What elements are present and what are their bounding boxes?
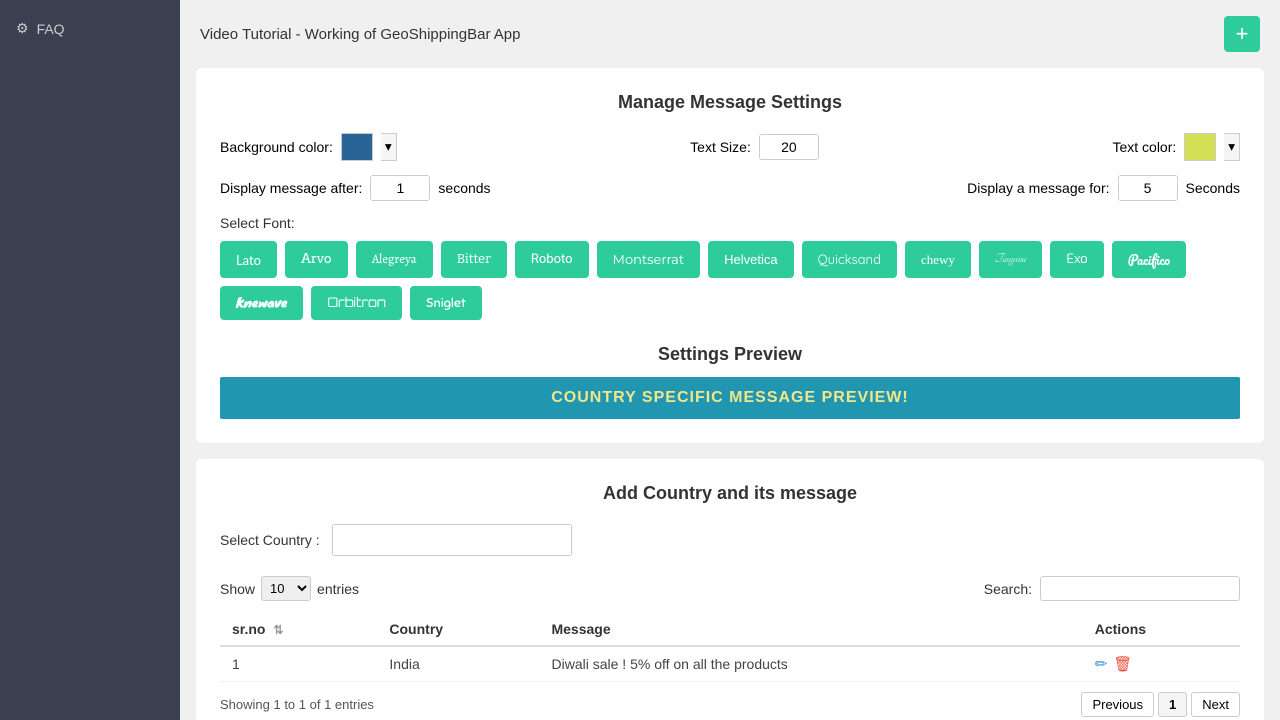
font-btn-quicksand[interactable]: Quicksand [802, 241, 897, 278]
preview-title: Settings Preview [220, 344, 1240, 365]
delete-icon[interactable]: 🗑 [1113, 655, 1132, 673]
previous-button[interactable]: Previous [1081, 692, 1154, 717]
font-btn-roboto[interactable]: Roboto [515, 241, 589, 278]
display-for-label: Display a message for: [967, 180, 1109, 196]
cell-actions: ✏ 🗑 [1083, 646, 1240, 682]
pagination-row: Showing 1 to 1 of 1 entries Previous 1 N… [220, 692, 1240, 717]
search-input[interactable] [1040, 576, 1240, 601]
display-after-unit: seconds [438, 180, 490, 196]
col-message: Message [539, 613, 1082, 646]
entries-select[interactable]: 10 25 50 100 [261, 576, 311, 601]
bg-color-group: Background color: ▾ [220, 133, 397, 161]
font-buttons-container: LatoArvoAlegreyaBitterRobotoMontserratHe… [220, 241, 1240, 320]
display-after-input[interactable]: 1 [370, 175, 430, 201]
country-table: sr.no ⇅ Country Message Actions 1 [220, 613, 1240, 682]
cell-message: Diwali sale ! 5% off on all the products [539, 646, 1082, 682]
font-btn-sniglet[interactable]: Sniglet [410, 286, 482, 320]
message-settings-card: Manage Message Settings Background color… [196, 68, 1264, 443]
display-for-input[interactable]: 5 [1118, 175, 1178, 201]
settings-row-2: Display message after: 1 seconds Display… [220, 175, 1240, 201]
edit-icon[interactable]: ✏ [1095, 655, 1108, 673]
text-color-swatch[interactable] [1184, 133, 1216, 161]
settings-row-1: Background color: ▾ Text Size: 20 Text c… [220, 133, 1240, 161]
font-btn-helvetica[interactable]: Helvetica [708, 241, 793, 278]
page-title: Video Tutorial - Working of GeoShippingB… [200, 26, 520, 43]
font-section-label: Select Font: [220, 215, 1240, 231]
sidebar-item-faq[interactable]: ⚙ FAQ [0, 10, 180, 47]
search-group: Search: [984, 576, 1240, 601]
add-button[interactable]: + [1224, 16, 1260, 52]
display-for-group: Display a message for: 5 Seconds [967, 175, 1240, 201]
header-bar: Video Tutorial - Working of GeoShippingB… [196, 16, 1264, 52]
select-country-row: Select Country : [220, 524, 1240, 556]
bg-color-label: Background color: [220, 139, 333, 155]
main-content: Video Tutorial - Working of GeoShippingB… [180, 0, 1280, 720]
font-btn-lato[interactable]: Lato [220, 241, 277, 278]
font-btn-knewave[interactable]: Knewave [220, 286, 303, 320]
display-after-label: Display message after: [220, 180, 362, 196]
show-label: Show [220, 581, 255, 597]
font-btn-orbitron[interactable]: Orbitron [311, 286, 402, 320]
bg-color-swatch[interactable] [341, 133, 373, 161]
next-button[interactable]: Next [1191, 692, 1240, 717]
display-for-unit: Seconds [1186, 180, 1240, 196]
font-btn-pacifico[interactable]: Pacifico [1112, 241, 1186, 278]
add-country-card: Add Country and its message Select Count… [196, 459, 1264, 720]
col-country: Country [377, 613, 539, 646]
sidebar-item-label: FAQ [37, 21, 65, 37]
text-color-dropdown-btn[interactable]: ▾ [1224, 133, 1240, 161]
text-size-group: Text Size: 20 [690, 134, 819, 160]
table-body: 1 India Diwali sale ! 5% off on all the … [220, 646, 1240, 682]
bg-color-dropdown-btn[interactable]: ▾ [381, 133, 397, 161]
table-controls: Show 10 25 50 100 entries Search: [220, 576, 1240, 601]
text-color-label: Text color: [1112, 139, 1176, 155]
text-size-label: Text Size: [690, 139, 751, 155]
page-1-button[interactable]: 1 [1158, 692, 1187, 717]
preview-bar: COUNTRY SPECIFIC MESSAGE PREVIEW! [220, 377, 1240, 419]
font-btn-chewy[interactable]: chewy [905, 241, 971, 278]
text-color-group: Text color: ▾ [1112, 133, 1240, 161]
col-actions: Actions [1083, 613, 1240, 646]
showing-text: Showing 1 to 1 of 1 entries [220, 697, 374, 712]
table-head: sr.no ⇅ Country Message Actions [220, 613, 1240, 646]
search-label: Search: [984, 581, 1032, 597]
font-btn-exo[interactable]: Exo [1050, 241, 1103, 278]
font-btn-arvo[interactable]: Arvo [285, 241, 348, 278]
message-settings-title: Manage Message Settings [220, 92, 1240, 113]
entries-label: entries [317, 581, 359, 597]
country-select-input[interactable] [332, 524, 572, 556]
font-btn-bitter[interactable]: Bitter [441, 241, 507, 278]
gear-icon: ⚙ [16, 20, 29, 37]
font-btn-montserrat[interactable]: Montserrat [597, 241, 701, 278]
add-country-title: Add Country and its message [220, 483, 1240, 504]
cell-country: India [377, 646, 539, 682]
pagination-buttons: Previous 1 Next [1081, 692, 1240, 717]
sort-icon-srno[interactable]: ⇅ [273, 623, 283, 637]
text-size-input[interactable]: 20 [759, 134, 819, 160]
display-after-group: Display message after: 1 seconds [220, 175, 491, 201]
preview-section: Settings Preview COUNTRY SPECIFIC MESSAG… [220, 344, 1240, 419]
font-btn-tangerine[interactable]: Tangerine [979, 241, 1042, 278]
show-entries-group: Show 10 25 50 100 entries [220, 576, 359, 601]
font-section: Select Font: LatoArvoAlegreyaBitterRobot… [220, 215, 1240, 320]
col-srno: sr.no ⇅ [220, 613, 377, 646]
select-country-label: Select Country : [220, 532, 320, 548]
cell-srno: 1 [220, 646, 377, 682]
sidebar: ⚙ FAQ [0, 0, 180, 720]
font-btn-alegreya[interactable]: Alegreya [356, 241, 433, 278]
table-row: 1 India Diwali sale ! 5% off on all the … [220, 646, 1240, 682]
